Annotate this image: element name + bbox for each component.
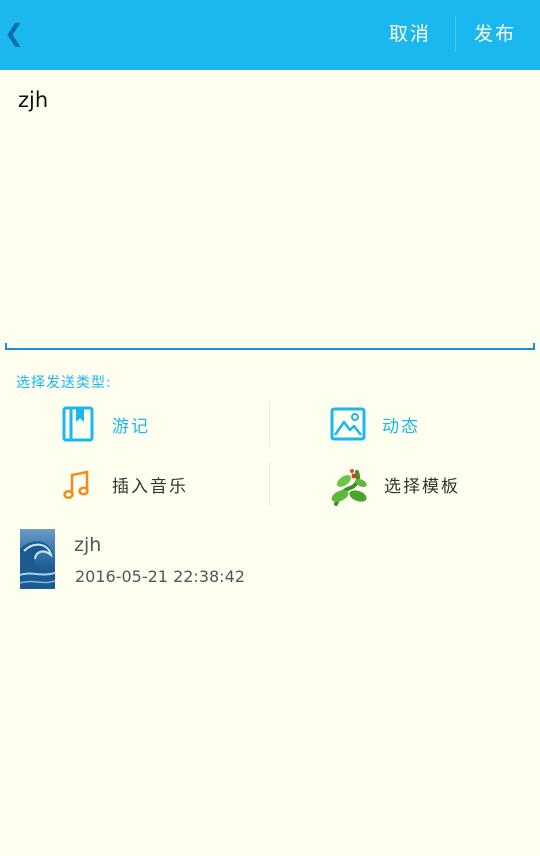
option-insert-music-label: 插入音乐 bbox=[112, 477, 188, 497]
chevron-left-icon: ❮ bbox=[4, 19, 25, 47]
image-icon bbox=[330, 406, 366, 442]
option-select-template[interactable]: 选择模板 bbox=[330, 462, 530, 508]
option-travel-note-label: 游记 bbox=[112, 417, 150, 437]
publish-button[interactable]: 发布 bbox=[474, 20, 526, 48]
preview-timestamp: 2016-05-21 22:38:42 bbox=[75, 567, 245, 586]
option-moment[interactable]: 动态 bbox=[330, 402, 530, 448]
bookmark-book-icon bbox=[60, 406, 96, 442]
editor-underline-edge-right bbox=[533, 343, 535, 350]
option-divider bbox=[269, 402, 270, 446]
option-travel-note[interactable]: 游记 bbox=[60, 402, 260, 448]
option-insert-music[interactable]: 插入音乐 bbox=[60, 462, 260, 508]
editor-content: zjh bbox=[18, 88, 49, 112]
back-button[interactable]: ❮ bbox=[4, 18, 24, 48]
post-text-editor[interactable]: zjh bbox=[5, 80, 535, 350]
top-bar: ❮ 取消 发布 bbox=[0, 0, 540, 70]
ocean-wave-thumbnail bbox=[20, 529, 55, 589]
header-divider bbox=[455, 16, 456, 52]
option-moment-label: 动态 bbox=[382, 417, 420, 437]
option-select-template-label: 选择模板 bbox=[384, 477, 460, 497]
music-note-icon bbox=[60, 466, 96, 502]
cancel-button[interactable]: 取消 bbox=[389, 20, 439, 48]
preview-name: zjh bbox=[74, 534, 102, 556]
editor-underline-edge-left bbox=[5, 343, 7, 350]
send-type-label: 选择发送类型: bbox=[16, 375, 112, 391]
plant-template-icon bbox=[330, 466, 367, 506]
option-divider bbox=[269, 462, 270, 506]
